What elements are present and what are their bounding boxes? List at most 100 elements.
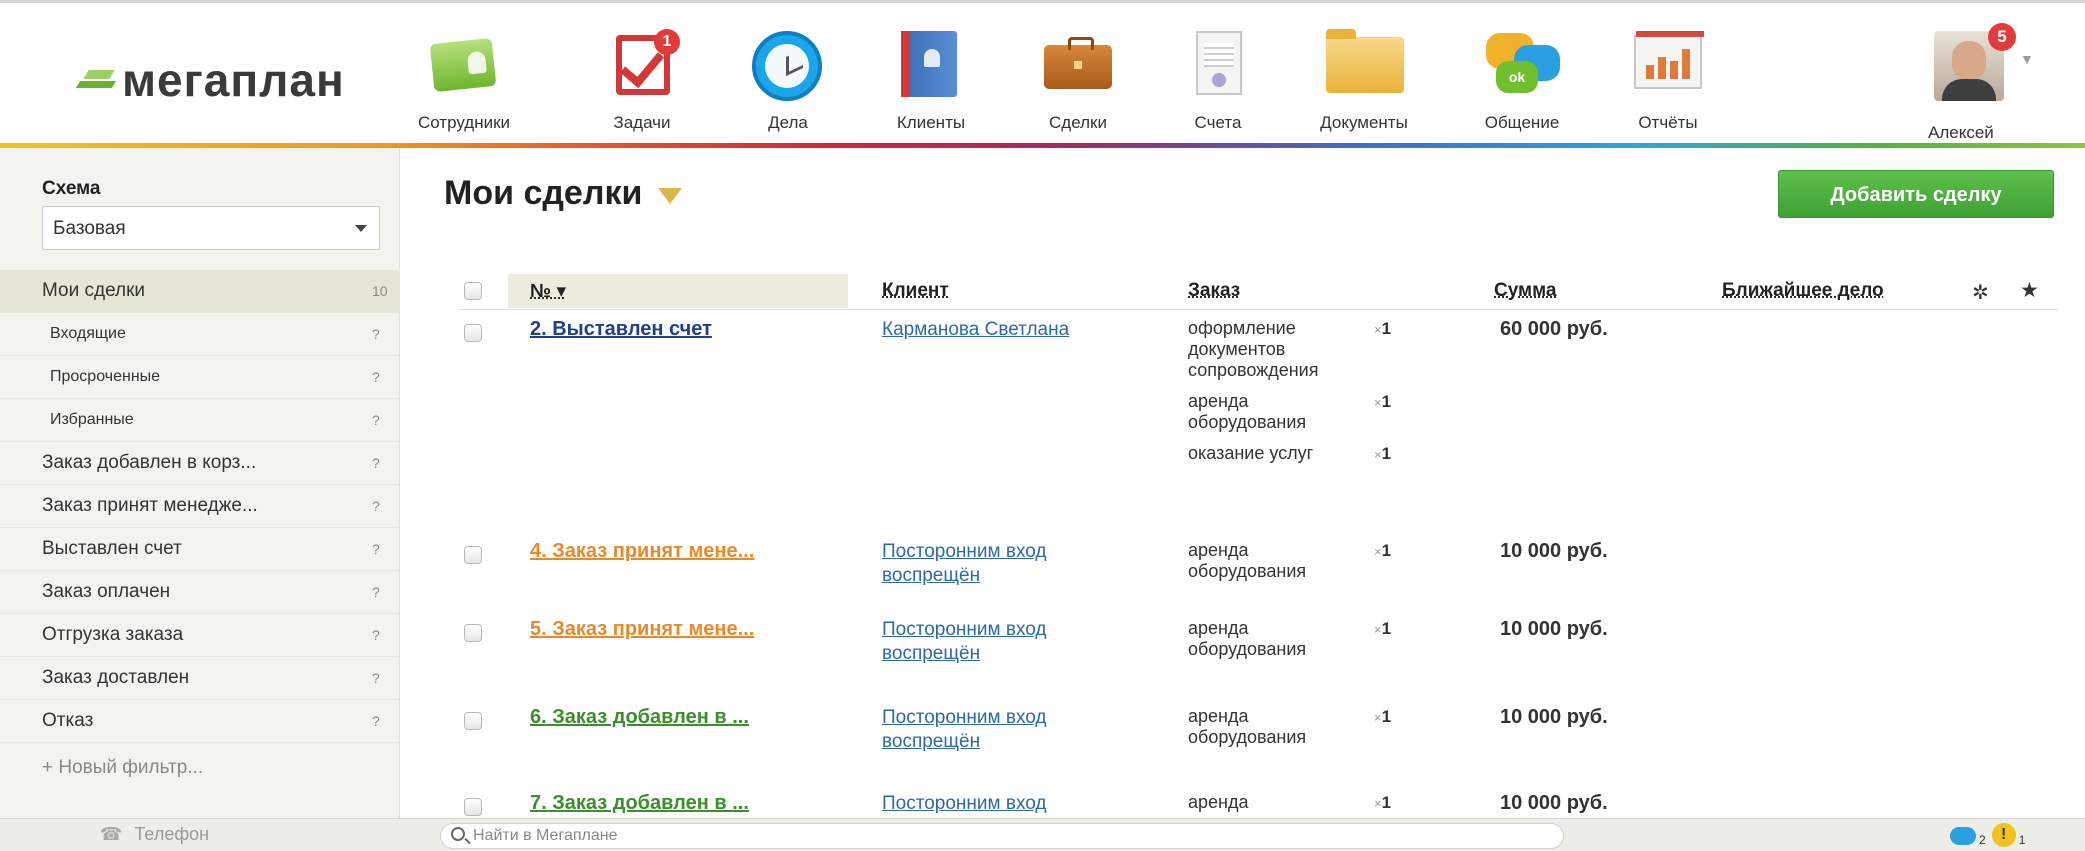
deal-link[interactable]: 4. Заказ принят мене... [530, 540, 754, 563]
filter-rejected[interactable]: Отказ ? [0, 700, 400, 743]
filter-icon[interactable] [658, 187, 683, 204]
column-client[interactable]: Клиент [882, 280, 949, 302]
client-link[interactable]: Посторонним вход воспрещён [882, 706, 1132, 754]
row-checkbox[interactable] [464, 624, 482, 642]
new-filter-link[interactable]: + Новый фильтр... [42, 757, 203, 779]
app-header: мегаплан Сотрудники 1 Задачи Дела Клиент… [0, 0, 2085, 143]
nav-communication[interactable]: ok Общение [1474, 23, 1570, 133]
select-all-checkbox[interactable] [464, 282, 482, 300]
filter-incoming[interactable]: Входящие ? [0, 313, 400, 356]
nav-clients-label: Клиенты [896, 113, 966, 132]
filter-count: ? [372, 541, 380, 557]
deal-sum: 10 000 руб. [1500, 792, 1608, 814]
filter-count: ? [372, 627, 380, 643]
filter-label: Заказ оплачен [42, 581, 171, 602]
filter-label: Отказ [42, 710, 94, 731]
phone-button[interactable]: ☎ Телефон [100, 824, 209, 845]
order-items: аренда оборудования ×1 [1188, 706, 1408, 758]
tasks-badge: 1 [654, 29, 680, 55]
column-sum[interactable]: Сумма [1494, 280, 1556, 302]
page-title-text: Мои сделки [444, 174, 643, 212]
nav-documents[interactable]: Документы [1316, 23, 1412, 133]
nav-deals-label: Сделки [1049, 113, 1107, 132]
column-next-action[interactable]: Ближайшее дело [1722, 280, 1884, 302]
chevron-down-icon[interactable]: ▼ [2020, 51, 2034, 67]
page-title: Мои сделки [444, 174, 683, 213]
schema-select[interactable]: Базовая [42, 206, 380, 250]
filter-favorites[interactable]: Избранные ? [0, 399, 400, 442]
nav-affairs-label: Дела [768, 113, 808, 132]
filter-added-to-cart[interactable]: Заказ добавлен в корз... ? [0, 442, 400, 485]
order-item-name: аренда оборудования [1188, 391, 1307, 432]
deal-link[interactable]: 5. Заказ принят мене... [530, 618, 754, 641]
report-icon [1620, 23, 1716, 93]
chat-count: 2 [1979, 833, 1986, 847]
row-checkbox[interactable] [464, 712, 482, 730]
chat-icon[interactable] [1950, 827, 1976, 845]
search-input[interactable] [473, 826, 1533, 846]
settings-icon[interactable]: ✲ [1972, 280, 1989, 305]
nav-staff-label: Сотрудники [417, 113, 511, 132]
order-item-qty: ×1 [1374, 392, 1392, 411]
star-icon[interactable]: ★ [2020, 278, 2039, 303]
row-checkbox[interactable] [464, 324, 482, 342]
filter-my-deals[interactable]: Мои сделки 10 [0, 270, 400, 313]
chat-icon: ok [1474, 23, 1570, 93]
filter-count: ? [372, 713, 380, 729]
nav-reports-label: Отчёты [1638, 113, 1698, 132]
filter-label: Выставлен счет [42, 538, 182, 559]
bottom-bar: ☎ Телефон 2 ! 1 [0, 818, 2085, 851]
row-checkbox[interactable] [464, 798, 482, 816]
order-item-name: аренда [1188, 792, 1249, 812]
user-menu[interactable]: 5 ▼ Алексей [1928, 23, 2038, 143]
warning-icon[interactable]: ! [1991, 823, 2016, 847]
filter-overdue[interactable]: Просроченные ? [0, 356, 400, 399]
logo[interactable]: мегаплан [78, 53, 345, 107]
nav-tasks[interactable]: 1 Задачи [594, 23, 690, 133]
deal-sum: 10 000 руб. [1500, 706, 1608, 728]
client-link[interactable]: Посторонним вход [882, 792, 1132, 816]
order-item-name: оказание услуг [1188, 443, 1314, 463]
chevron-down-icon [355, 225, 367, 232]
nav-communication-label: Общение [1484, 113, 1560, 132]
deal-link[interactable]: 7. Заказ добавлен в ... [530, 792, 749, 815]
order-item-qty: ×1 [1374, 619, 1392, 638]
deal-link[interactable]: 6. Заказ добавлен в ... [530, 706, 749, 729]
filter-label: Мои сделки [42, 280, 146, 301]
column-order[interactable]: Заказ [1188, 280, 1240, 302]
deal-link[interactable]: 2. Выставлен счет [530, 318, 712, 341]
filter-delivered[interactable]: Заказ доставлен ? [0, 657, 400, 700]
order-item-qty: ×1 [1374, 707, 1392, 726]
order-item-qty: ×1 [1374, 319, 1392, 338]
nav-tasks-label: Задачи [613, 113, 671, 132]
filter-label: Избранные [50, 411, 134, 428]
order-item: аренда оборудования ×1 [1188, 540, 1408, 582]
deal-sum: 60 000 руб. [1500, 318, 1608, 340]
client-link[interactable]: Карманова Светлана [882, 318, 1132, 342]
nav-deals[interactable]: Сделки [1030, 23, 1126, 133]
order-items: оформление документов сопровождения ×1 а… [1188, 318, 1408, 474]
client-link[interactable]: Посторонним вход воспрещён [882, 540, 1132, 588]
warning-count: 1 [2018, 833, 2026, 847]
nav-documents-label: Документы [1320, 113, 1408, 132]
search-box[interactable] [440, 823, 1564, 849]
nav-reports[interactable]: Отчёты [1620, 23, 1716, 133]
row-checkbox[interactable] [464, 546, 482, 564]
nav-affairs[interactable]: Дела [740, 23, 836, 133]
filter-invoiced[interactable]: Выставлен счет ? [0, 528, 400, 571]
add-deal-button[interactable]: Добавить сделку [1778, 170, 2054, 218]
nav-invoices[interactable]: Счета [1170, 23, 1266, 133]
order-item: аренда ×1 [1188, 792, 1408, 813]
order-item: аренда оборудования ×1 [1188, 618, 1408, 660]
nav-staff[interactable]: Сотрудники [416, 23, 512, 133]
filter-label: Просроченные [50, 368, 161, 385]
filter-paid[interactable]: Заказ оплачен ? [0, 571, 400, 614]
nav-clients[interactable]: Клиенты [883, 23, 979, 133]
filter-count: 10 [372, 283, 388, 299]
filter-list: Мои сделки 10 Входящие ? Просроченные ? … [0, 270, 400, 743]
column-number[interactable]: № ▾ [530, 280, 566, 303]
client-link[interactable]: Посторонним вход воспрещён [882, 618, 1132, 666]
filter-shipping[interactable]: Отгрузка заказа ? [0, 614, 400, 657]
filter-accepted-by-manager[interactable]: Заказ принят менедже... ? [0, 485, 400, 528]
order-item-qty: ×1 [1374, 541, 1392, 560]
